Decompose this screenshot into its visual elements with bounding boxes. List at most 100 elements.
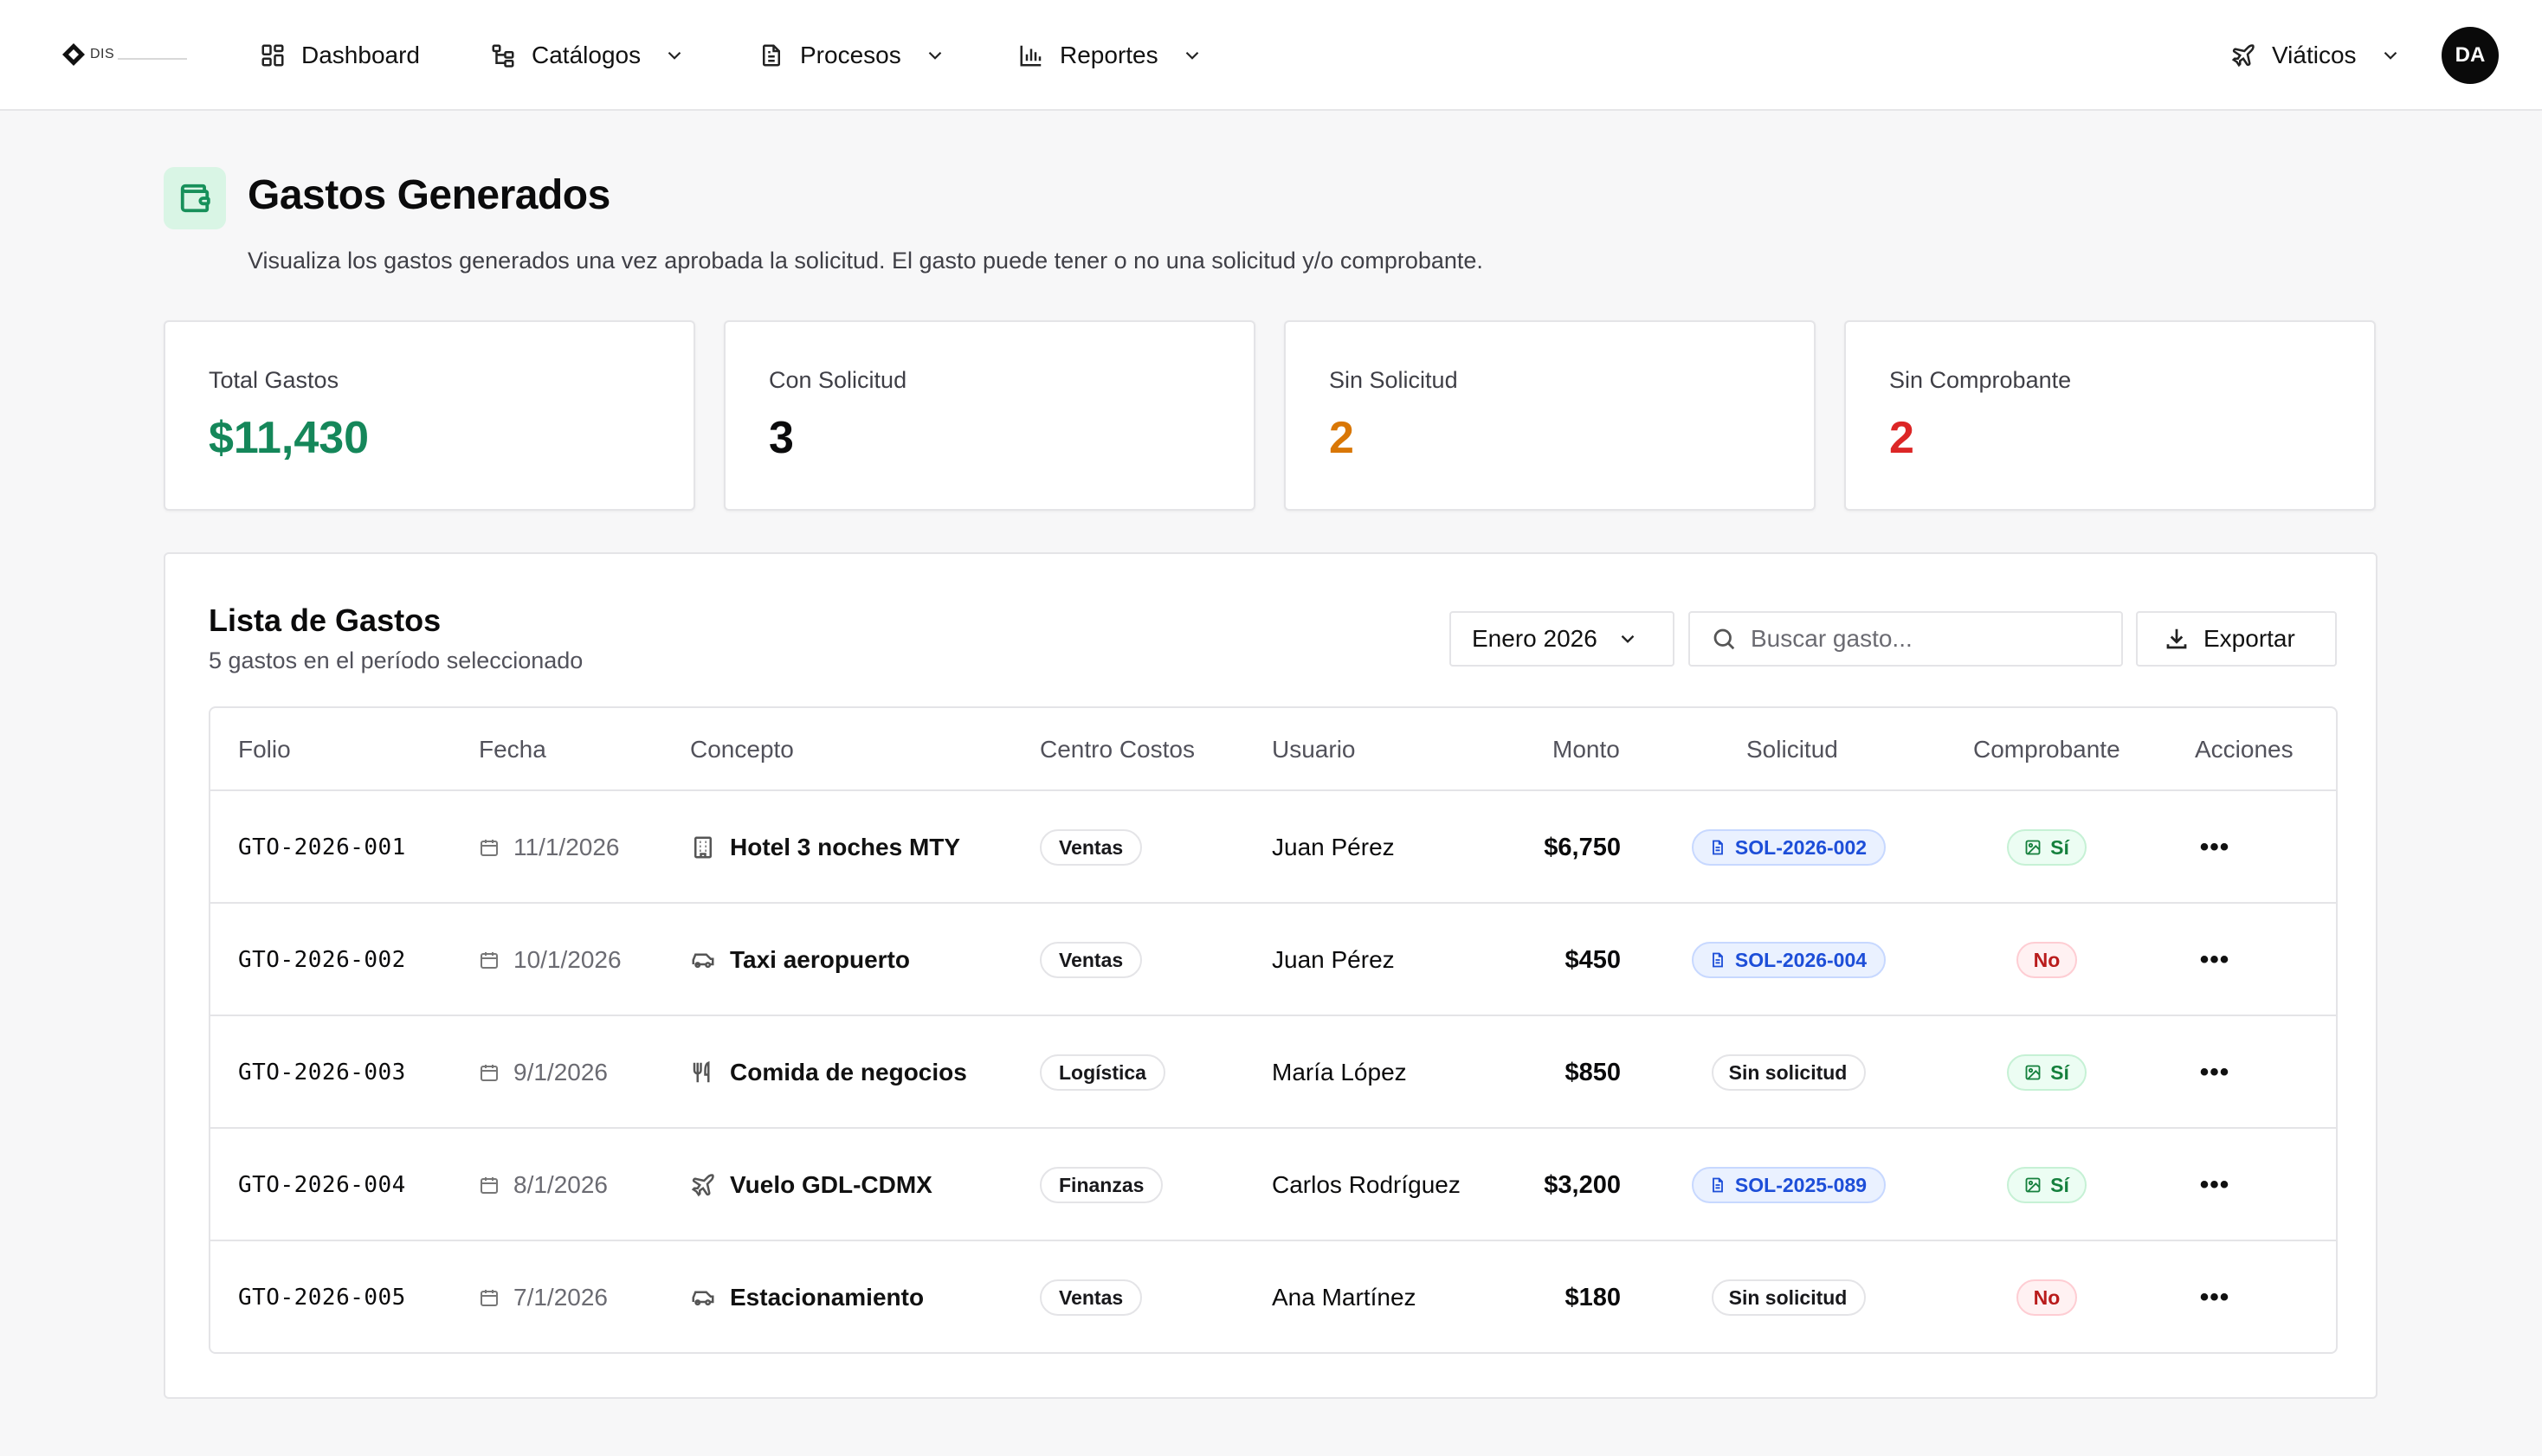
cost-center-cell: Ventas <box>1040 1241 1143 1352</box>
nav-dashboard-label: Dashboard <box>301 42 420 68</box>
receipt-status-text: Sí <box>2050 835 2069 859</box>
nav-dashboard[interactable]: Dashboard <box>260 35 420 76</box>
list-subtitle: 5 gastos en el período seleccionado <box>209 647 584 673</box>
download-icon <box>2166 628 2187 649</box>
logo-diamond-icon <box>62 43 85 66</box>
stat-value: 2 <box>1329 413 1354 463</box>
request-id: SOL-2025-089 <box>1734 1173 1868 1196</box>
period-select-value: Enero 2026 <box>1472 625 1597 652</box>
document-icon <box>1713 952 1723 968</box>
request-cell: Sin solicitud <box>1689 1241 1888 1352</box>
cost-center-badge: Ventas <box>1040 829 1143 866</box>
table-row[interactable]: GTO-2026-004 8/1/2026 Vuelo GDL-CDMX Fin… <box>210 1129 2336 1241</box>
request-link-badge[interactable]: SOL-2025-089 <box>1691 1167 1887 1203</box>
dashboard-grid-icon <box>261 44 284 67</box>
concept-text: Estacionamiento <box>730 1284 925 1311</box>
expenses-table: Folio Fecha Concepto Centro Costos Usuar… <box>209 706 2338 1354</box>
stat-label: Sin Comprobante <box>1889 367 2072 393</box>
nav-reportes-label: Reportes <box>1060 42 1158 68</box>
column-header-usuario[interactable]: Usuario <box>1272 736 1355 763</box>
period-select[interactable]: Enero 2026 <box>1449 611 1674 667</box>
receipt-status-badge[interactable]: Sí <box>2007 1167 2087 1203</box>
request-cell: SOL-2026-004 <box>1689 904 1888 1016</box>
concept-text: Hotel 3 noches MTY <box>730 834 961 860</box>
nav-catalogos[interactable]: Catálogos <box>490 35 686 76</box>
column-header-solicitud[interactable]: Solicitud <box>1746 736 1838 763</box>
folio-cell: GTO-2026-004 <box>238 1172 406 1198</box>
chevron-down-icon <box>668 51 681 60</box>
more-actions-icon[interactable]: ••• <box>2200 945 2230 975</box>
page-title: Gastos Generados <box>248 172 610 218</box>
receipt-status-badge[interactable]: No <box>2016 942 2078 978</box>
concept-text: Vuelo GDL-CDMX <box>730 1171 932 1198</box>
receipt-status-badge[interactable]: Sí <box>2007 829 2087 866</box>
search-input[interactable] <box>1751 625 2097 653</box>
more-actions-icon[interactable]: ••• <box>2200 833 2230 862</box>
column-header-centro-costos[interactable]: Centro Costos <box>1040 736 1195 763</box>
folio-cell: GTO-2026-001 <box>238 834 406 860</box>
date-cell: 11/1/2026 <box>479 791 620 904</box>
receipt-status-text: Sí <box>2050 1173 2069 1196</box>
calendar-icon <box>481 840 498 856</box>
date-cell: 10/1/2026 <box>479 904 622 1016</box>
more-actions-icon[interactable]: ••• <box>2200 1283 2230 1312</box>
building-icon <box>694 836 712 859</box>
image-icon <box>2025 1065 2041 1080</box>
column-header-monto[interactable]: Monto <box>1552 736 1620 763</box>
document-icon <box>1713 1177 1723 1193</box>
column-header-fecha[interactable]: Fecha <box>479 736 546 763</box>
column-header-comprobante[interactable]: Comprobante <box>1973 736 2120 763</box>
date-cell: 9/1/2026 <box>479 1016 608 1129</box>
table-row[interactable]: GTO-2026-001 11/1/2026 Hotel 3 noches MT… <box>210 791 2336 904</box>
column-header-acciones: Acciones <box>2195 736 2294 763</box>
module-selector-viaticos[interactable]: Viáticos <box>2230 35 2402 76</box>
cost-center-badge: Finanzas <box>1040 1167 1164 1203</box>
folio-cell: GTO-2026-005 <box>238 1285 406 1311</box>
car-icon <box>692 1291 714 1306</box>
amount-cell: $180 <box>1565 1283 1621 1311</box>
nav-reportes[interactable]: Reportes <box>1018 35 1203 76</box>
receipt-status-text: Sí <box>2050 1060 2069 1084</box>
folio-cell: GTO-2026-003 <box>238 1060 406 1086</box>
date-text: 8/1/2026 <box>513 1171 608 1198</box>
cost-center-cell: Logística <box>1040 1016 1165 1129</box>
concept-text: Comida de negocios <box>730 1059 967 1086</box>
nav-catalogos-label: Catálogos <box>532 42 642 68</box>
table-row[interactable]: GTO-2026-003 9/1/2026 Comida de negocios… <box>210 1016 2336 1129</box>
user-cell: Juan Pérez <box>1272 834 1395 860</box>
cost-center-cell: Ventas <box>1040 791 1143 904</box>
receipt-cell: Sí <box>1947 791 2146 904</box>
column-header-concepto[interactable]: Concepto <box>690 736 794 763</box>
request-id: SOL-2026-002 <box>1734 835 1868 859</box>
table-row[interactable]: GTO-2026-002 10/1/2026 Taxi aeropuerto V… <box>210 904 2336 1016</box>
concept-cell: Comida de negocios <box>690 1016 967 1129</box>
expense-list-panel: Lista de Gastos 5 gastos en el período s… <box>164 552 2377 1399</box>
date-cell: 8/1/2026 <box>479 1129 608 1241</box>
concept-cell: Taxi aeropuerto <box>690 904 910 1016</box>
request-link-badge[interactable]: SOL-2026-004 <box>1691 942 1887 978</box>
image-icon <box>2025 1177 2041 1193</box>
folio-cell: GTO-2026-002 <box>238 947 406 973</box>
cost-center-cell: Finanzas <box>1040 1129 1164 1241</box>
actions-cell: ••• <box>2150 904 2280 1016</box>
document-icon <box>1713 840 1723 855</box>
receipt-cell: No <box>1947 904 2146 1016</box>
column-header-folio[interactable]: Folio <box>238 736 291 763</box>
search-box[interactable] <box>1688 611 2123 667</box>
export-button[interactable]: Exportar <box>2136 611 2337 667</box>
cost-center-cell: Ventas <box>1040 904 1143 1016</box>
table-row[interactable]: GTO-2026-005 7/1/2026 Estacionamiento Ve… <box>210 1241 2336 1352</box>
request-link-badge[interactable]: SOL-2026-002 <box>1691 829 1887 866</box>
export-label: Exportar <box>2203 625 2295 652</box>
nav-procesos[interactable]: Procesos <box>758 35 946 76</box>
more-actions-icon[interactable]: ••• <box>2200 1058 2230 1087</box>
more-actions-icon[interactable]: ••• <box>2200 1170 2230 1200</box>
user-cell: María López <box>1272 1059 1407 1086</box>
user-avatar[interactable]: DA <box>2442 27 2499 84</box>
date-text: 9/1/2026 <box>513 1059 608 1086</box>
receipt-status-badge[interactable]: No <box>2016 1279 2078 1316</box>
receipt-status-text: No <box>2033 1285 2061 1309</box>
receipt-status-badge[interactable]: Sí <box>2007 1054 2087 1091</box>
company-logo[interactable]: DIS <box>61 42 188 68</box>
stat-card-sin-comprobante: Sin Comprobante 2 <box>1844 320 2376 511</box>
